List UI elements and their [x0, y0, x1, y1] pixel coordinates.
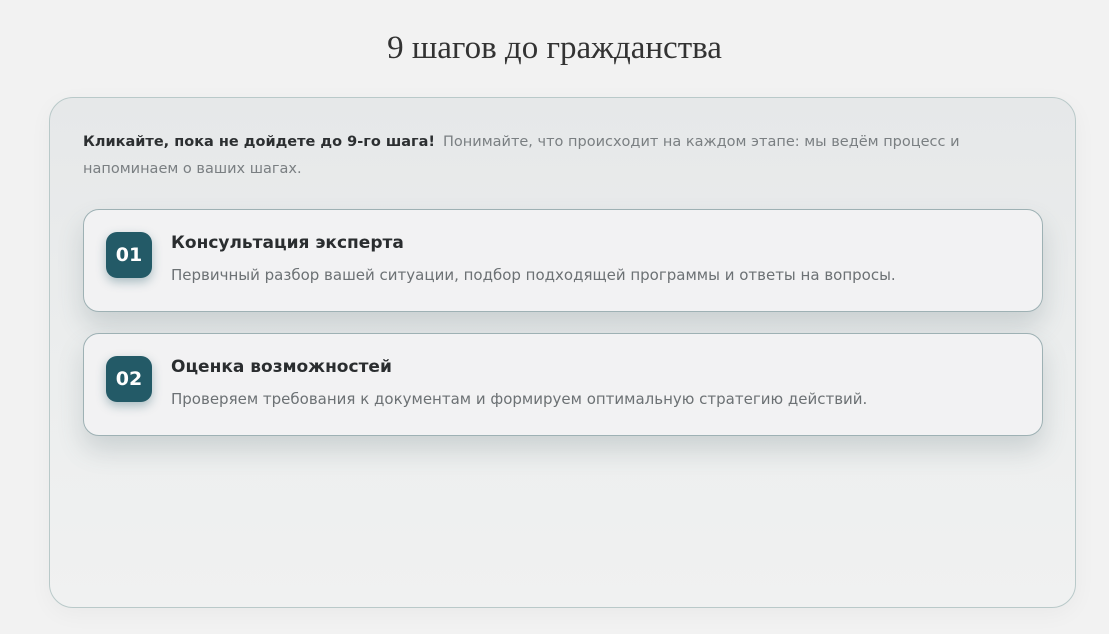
step-card-02[interactable]: 02 Оценка возможностей Проверяем требова…: [83, 333, 1043, 436]
step-title: Оценка возможностей: [171, 357, 392, 377]
intro-text: Кликайте, пока не дойдете до 9-го шага! П…: [83, 129, 983, 183]
step-number-badge: 01: [106, 232, 152, 278]
step-number-badge: 02: [106, 356, 152, 402]
steps-panel: Кликайте, пока не дойдете до 9-го шага! П…: [49, 97, 1076, 608]
step-description: Проверяем требования к документам и форм…: [171, 390, 868, 408]
step-description: Первичный разбор вашей ситуации, подбор …: [171, 266, 896, 284]
step-card-01[interactable]: 01 Консультация эксперта Первичный разбо…: [83, 209, 1043, 312]
page-title: 9 шагов до гражданства: [387, 30, 722, 66]
step-title: Консультация эксперта: [171, 233, 404, 253]
intro-bold: Кликайте, пока не дойдете до 9-го шага!: [83, 134, 436, 150]
